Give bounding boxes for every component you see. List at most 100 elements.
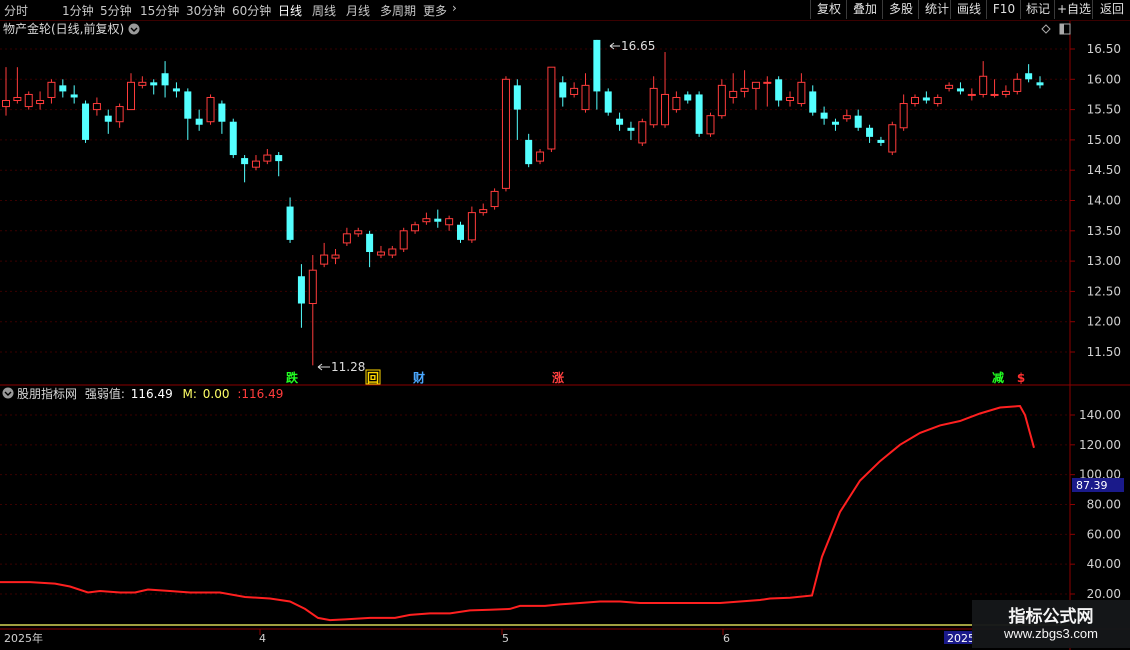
toolbar-button[interactable]: F10: [986, 0, 1021, 19]
toolbar-button[interactable]: +自选: [1054, 0, 1093, 19]
date-label: 6: [723, 632, 730, 645]
candle: [195, 109, 203, 131]
candle: [684, 91, 692, 104]
candle: [115, 103, 124, 128]
period-tab[interactable]: 30分钟: [186, 2, 225, 19]
diamond-icon[interactable]: [1041, 24, 1051, 34]
high-price-annotation: 16.65: [609, 39, 655, 53]
svg-text:减: 减: [992, 370, 1004, 385]
svg-text:$: $: [1017, 371, 1025, 385]
period-toolbar: 分时 1分钟 5分钟 15分钟 30分钟 60分钟 日线 周线 月线 多周期 更多 › 复权 叠加 多股…: [0, 0, 1130, 21]
period-tab[interactable]: 1分钟: [62, 2, 94, 19]
candle: [445, 215, 454, 231]
candle: [888, 121, 897, 156]
period-tab[interactable]: 5分钟: [100, 2, 132, 19]
candle: [92, 97, 101, 116]
candle: [184, 88, 192, 140]
candle: [866, 124, 874, 143]
candle: [47, 79, 56, 104]
toolbar-button[interactable]: 多股: [882, 0, 919, 19]
current-value-tag: 87.39: [1072, 478, 1124, 492]
candle: [297, 264, 305, 328]
toolbar-button[interactable]: 叠加: [846, 0, 883, 19]
candle: [638, 118, 647, 146]
candle: [457, 221, 465, 243]
signal-marker: 跌: [286, 370, 299, 385]
more-arrow-icon[interactable]: ›: [452, 1, 457, 15]
candle: [661, 52, 670, 128]
candle: [990, 79, 999, 98]
candle: [536, 148, 545, 165]
svg-text:回: 回: [367, 371, 379, 385]
candle: [706, 112, 715, 137]
date-label: 5: [502, 632, 509, 645]
price-tick-label: 16.50: [1087, 42, 1121, 56]
candle: [354, 227, 363, 237]
toolbar-button[interactable]: 画线: [950, 0, 987, 19]
candle: [218, 100, 226, 134]
candle: [899, 94, 908, 131]
candle: [1036, 76, 1044, 89]
chevron-down-icon[interactable]: [128, 23, 140, 35]
price-axis: 16.50 16.00 15.50 15.00 14.50 14.00 13.50 13.00…: [1087, 42, 1121, 359]
price-tick-label: 12.50: [1087, 284, 1121, 298]
candle: [740, 70, 749, 98]
period-tab[interactable]: 15分钟: [140, 2, 179, 19]
candle: [593, 39, 601, 110]
candle: [967, 88, 976, 101]
indicator-tick-label: 20.00: [1087, 587, 1121, 601]
toolbar-button[interactable]: 返回: [1092, 0, 1130, 19]
chart-title: 物产金轮(日线,前复权): [3, 21, 124, 36]
candle: [388, 245, 397, 259]
candle: [501, 76, 510, 192]
indicator-tick-label: 40.00: [1087, 557, 1121, 571]
date-label: 4: [259, 632, 266, 645]
candle: [172, 82, 180, 98]
candle: [320, 242, 329, 268]
signal-marker: 涨: [552, 370, 564, 385]
candle: [342, 227, 351, 246]
candle: [286, 197, 294, 243]
candle: [13, 67, 22, 104]
candle: [797, 73, 806, 107]
candle: [786, 91, 795, 107]
candle: [308, 255, 317, 366]
candle: [59, 79, 67, 98]
candle: [479, 203, 488, 216]
candle: [82, 100, 90, 143]
candle: [956, 82, 964, 95]
price-tick-label: 11.50: [1087, 345, 1121, 359]
period-tab[interactable]: 多周期: [380, 2, 416, 19]
candle: [331, 248, 340, 265]
period-tab[interactable]: 更多: [423, 2, 447, 19]
candle: [36, 91, 45, 110]
period-tab[interactable]: 分时: [4, 2, 28, 19]
svg-text:11.28: 11.28: [331, 360, 365, 374]
period-tab[interactable]: 周线: [312, 2, 336, 19]
toolbar-button[interactable]: 标记: [1020, 0, 1055, 19]
period-tab[interactable]: 日线: [278, 2, 302, 19]
signal-marker: 减: [992, 370, 1004, 385]
indicator-axis: 140.00120.00100.0080.0060.0040.0020.00: [1079, 408, 1121, 601]
candle: [604, 88, 612, 116]
stock-chart[interactable]: 16.50 16.00 15.50 15.00 14.50 14.00 13.50 13.00…: [0, 21, 1130, 650]
price-tick-label: 15.00: [1087, 133, 1121, 147]
watermark-url: www.zbgs3.com: [1004, 626, 1098, 641]
indicator-tick-label: 80.00: [1087, 498, 1121, 512]
candle: [434, 209, 442, 228]
candle: [751, 81, 760, 110]
candle: [717, 79, 726, 119]
toolbar-button[interactable]: 复权: [810, 0, 847, 19]
candle: [1001, 85, 1010, 98]
candle: [627, 121, 635, 140]
chevron-down-icon[interactable]: [2, 387, 14, 399]
candle: [525, 133, 533, 168]
candle: [24, 91, 33, 110]
period-tab[interactable]: 60分钟: [232, 2, 271, 19]
period-tab[interactable]: 月线: [346, 2, 370, 19]
candle: [70, 85, 78, 104]
candle: [366, 230, 374, 268]
price-tick-label: 16.00: [1087, 72, 1121, 86]
candle: [775, 76, 783, 107]
window-toggle-icon[interactable]: [1059, 23, 1071, 35]
